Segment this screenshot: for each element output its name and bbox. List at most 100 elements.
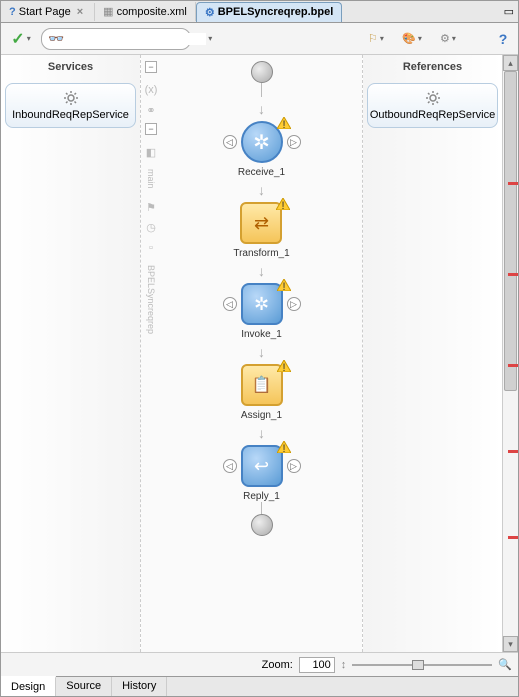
chevron-down-icon: ▾ [452,34,456,43]
reply-node[interactable]: ↩ ! [241,445,283,487]
activity-invoke[interactable]: ◁ ✲ ! ▷ Invoke_1 [223,283,301,340]
clock-icon[interactable]: ◷ [144,221,158,235]
editor-toolbar: ✓ ▾ 👓 ▾ ⚐ ▾ 🎨 ▾ ⚙ ▾ ? [1,23,518,55]
scroll-up-button[interactable]: ▴ [503,55,518,71]
activity-assign[interactable]: 📋 ! Assign_1 [241,364,283,421]
spinner-icon[interactable]: ↕ [341,659,347,671]
tools-button[interactable]: ⚙ ▾ [432,28,464,50]
tab-label: composite.xml [117,6,187,18]
tab-source[interactable]: Source [56,677,112,696]
help-icon: ? [499,31,508,47]
bookmark-icon: ⚐ [368,32,378,45]
partner-icon[interactable]: ◧ [144,145,158,159]
svg-text:!: ! [282,119,285,129]
link-handle-right[interactable]: ▷ [287,297,301,311]
search-input[interactable] [64,33,206,45]
receive-node[interactable]: ✲ ! [241,121,283,163]
warning-icon: ! [277,360,291,372]
file-icon[interactable]: ▫ [144,241,158,255]
service-label: OutboundReqRepService [370,109,495,121]
end-node[interactable] [251,514,273,536]
zoom-fit-icon[interactable]: 🔍 [498,658,512,671]
search-box[interactable]: 👓 ▾ [41,28,191,50]
activity-receive[interactable]: ◁ ✲ ! ▷ Receive_1 [223,121,301,178]
collapse-toggle[interactable]: − [145,61,157,73]
flow-canvas[interactable]: − (x) ⚭ − ◧ main ⚑ ◷ ▫ BPELSyncreqrep ↓ … [141,55,362,652]
link-handle-left[interactable]: ◁ [223,135,237,149]
gear-icon: ⚙ [440,32,450,45]
zoom-slider[interactable] [352,659,492,671]
chevron-down-icon: ▾ [418,34,422,43]
activity-label: Transform_1 [233,248,289,259]
svg-text:!: ! [282,443,285,453]
references-header: References [363,55,502,79]
gear-icon: ✲ [253,130,270,155]
chevron-down-icon: ▾ [27,34,31,43]
reply-icon: ↩ [254,456,269,477]
scroll-down-button[interactable]: ▾ [503,636,518,652]
gear-icon [425,90,441,106]
connector [261,502,262,514]
activity-reply[interactable]: ◁ ↩ ! ▷ Reply_1 [223,445,301,502]
gear-icon [63,90,79,106]
arrow-down-icon: ↓ [258,425,265,441]
slider-thumb[interactable] [412,660,424,670]
assign-icon: 📋 [252,375,272,395]
inbound-service-box[interactable]: InboundReqRepService [5,83,136,128]
tab-start-page[interactable]: ? Start Page × [1,3,95,21]
bookmark-button[interactable]: ⚐ ▾ [360,28,392,50]
arrow-down-icon: ↓ [258,344,265,360]
tab-label: BPELSyncreqrep.bpel [218,6,334,18]
transform-node[interactable]: ⇄ ! [240,202,282,244]
help-button[interactable]: ? [492,28,514,50]
tab-design[interactable]: Design [1,676,56,696]
services-column: Services InboundReqRepService [1,55,141,652]
validate-button[interactable]: ✓ ▾ [5,28,37,50]
view-tabs: Design Source History [1,676,518,696]
invoke-node[interactable]: ✲ ! [241,283,283,325]
tab-bpel[interactable]: ⚙ BPELSyncreqrep.bpel [196,2,342,22]
collapse-toggle[interactable]: − [145,123,157,135]
start-node[interactable] [251,61,273,83]
scope-label-main: main [146,169,156,189]
service-label: InboundReqRepService [12,109,129,121]
link-handle-right[interactable]: ▷ [287,135,301,149]
flag-icon[interactable]: ⚑ [144,201,158,215]
assign-node[interactable]: 📋 ! [241,364,283,406]
variable-icon[interactable]: (x) [144,83,158,97]
references-column: References OutboundReqRepService [362,55,502,652]
link-icon[interactable]: ⚭ [144,103,158,117]
link-handle-left[interactable]: ◁ [223,459,237,473]
services-header: Services [1,55,140,79]
scrollbar-thumb[interactable] [504,71,517,391]
tab-composite[interactable]: ▦ composite.xml [95,2,196,21]
zoom-bar: Zoom: ↕ 🔍 [1,652,518,676]
transform-icon: ⇄ [254,213,269,234]
connector [261,83,262,97]
xml-icon: ▦ [103,5,113,18]
chevron-down-icon: ▾ [380,34,384,43]
arrow-down-icon: ↓ [258,101,265,117]
zoom-label: Zoom: [262,659,293,671]
activity-transform[interactable]: ⇄ ! Transform_1 [233,202,289,259]
binoculars-icon: 👓 [48,31,64,47]
process-flow: ↓ ◁ ✲ ! ▷ Receive_1 ↓ ⇄ [161,55,362,652]
chevron-down-icon[interactable]: ▾ [208,34,212,43]
tab-list-button[interactable]: ▭ [500,5,518,18]
scope-label-process: BPELSyncreqrep [146,265,156,334]
arrow-down-icon: ↓ [258,263,265,279]
tab-history[interactable]: History [112,677,167,696]
link-handle-left[interactable]: ◁ [223,297,237,311]
tab-label: Start Page [19,6,71,18]
palette-button[interactable]: 🎨 ▾ [396,28,428,50]
link-handle-right[interactable]: ▷ [287,459,301,473]
palette-icon: 🎨 [402,32,416,45]
zoom-input[interactable] [299,657,335,673]
activity-label: Receive_1 [238,167,285,178]
outbound-service-box[interactable]: OutboundReqRepService [367,83,498,128]
close-icon[interactable]: × [74,6,86,18]
vertical-scrollbar[interactable]: ▴ ▾ [502,55,518,652]
activity-label: Invoke_1 [241,329,282,340]
scrollbar-track[interactable] [503,71,518,636]
warning-icon: ! [277,117,291,129]
